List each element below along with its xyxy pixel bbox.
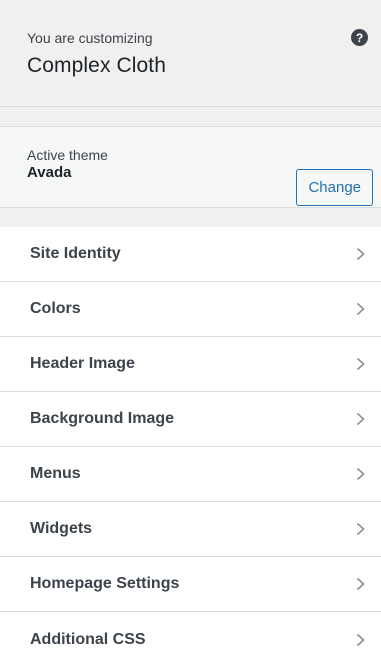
active-theme-label: Active theme: [27, 147, 108, 163]
customizer-info: You are customizing Complex Cloth ?: [0, 0, 381, 107]
section-label: Header Image: [30, 355, 135, 372]
spacer: [0, 107, 381, 126]
customizing-label: You are customizing: [27, 30, 153, 46]
section-label: Colors: [30, 300, 81, 317]
chevron-right-icon: [355, 246, 365, 262]
chevron-right-icon: [355, 301, 365, 317]
section-label: Site Identity: [30, 245, 121, 262]
section-label: Additional CSS: [30, 630, 146, 648]
section-colors[interactable]: Colors: [0, 282, 381, 337]
section-header-image[interactable]: Header Image: [0, 337, 381, 392]
help-icon[interactable]: ?: [351, 29, 368, 46]
section-additional-css[interactable]: Additional CSS: [0, 612, 381, 663]
customizer-panel: You are customizing Complex Cloth ? Acti…: [0, 0, 381, 663]
chevron-right-icon: [355, 521, 365, 537]
chevron-right-icon: [355, 632, 365, 648]
section-menus[interactable]: Menus: [0, 447, 381, 502]
section-label: Widgets: [30, 520, 93, 537]
site-title: Complex Cloth: [27, 54, 167, 77]
section-widgets[interactable]: Widgets: [0, 502, 381, 557]
section-homepage-settings[interactable]: Homepage Settings: [0, 557, 381, 612]
section-label: Background Image: [30, 410, 175, 427]
chevron-right-icon: [355, 466, 365, 482]
section-site-identity[interactable]: Site Identity: [0, 227, 381, 282]
chevron-right-icon: [355, 411, 365, 427]
chevron-right-icon: [355, 576, 365, 592]
section-label: Homepage Settings: [30, 575, 180, 592]
spacer: [0, 208, 381, 227]
active-theme-section: Active theme Avada Change: [0, 126, 381, 208]
change-theme-button[interactable]: Change: [296, 169, 373, 206]
section-label: Menus: [30, 465, 81, 482]
section-background-image[interactable]: Background Image: [0, 392, 381, 447]
chevron-right-icon: [355, 356, 365, 372]
customizer-sections-list: Site Identity Colors Header Image Backgr…: [0, 227, 381, 663]
